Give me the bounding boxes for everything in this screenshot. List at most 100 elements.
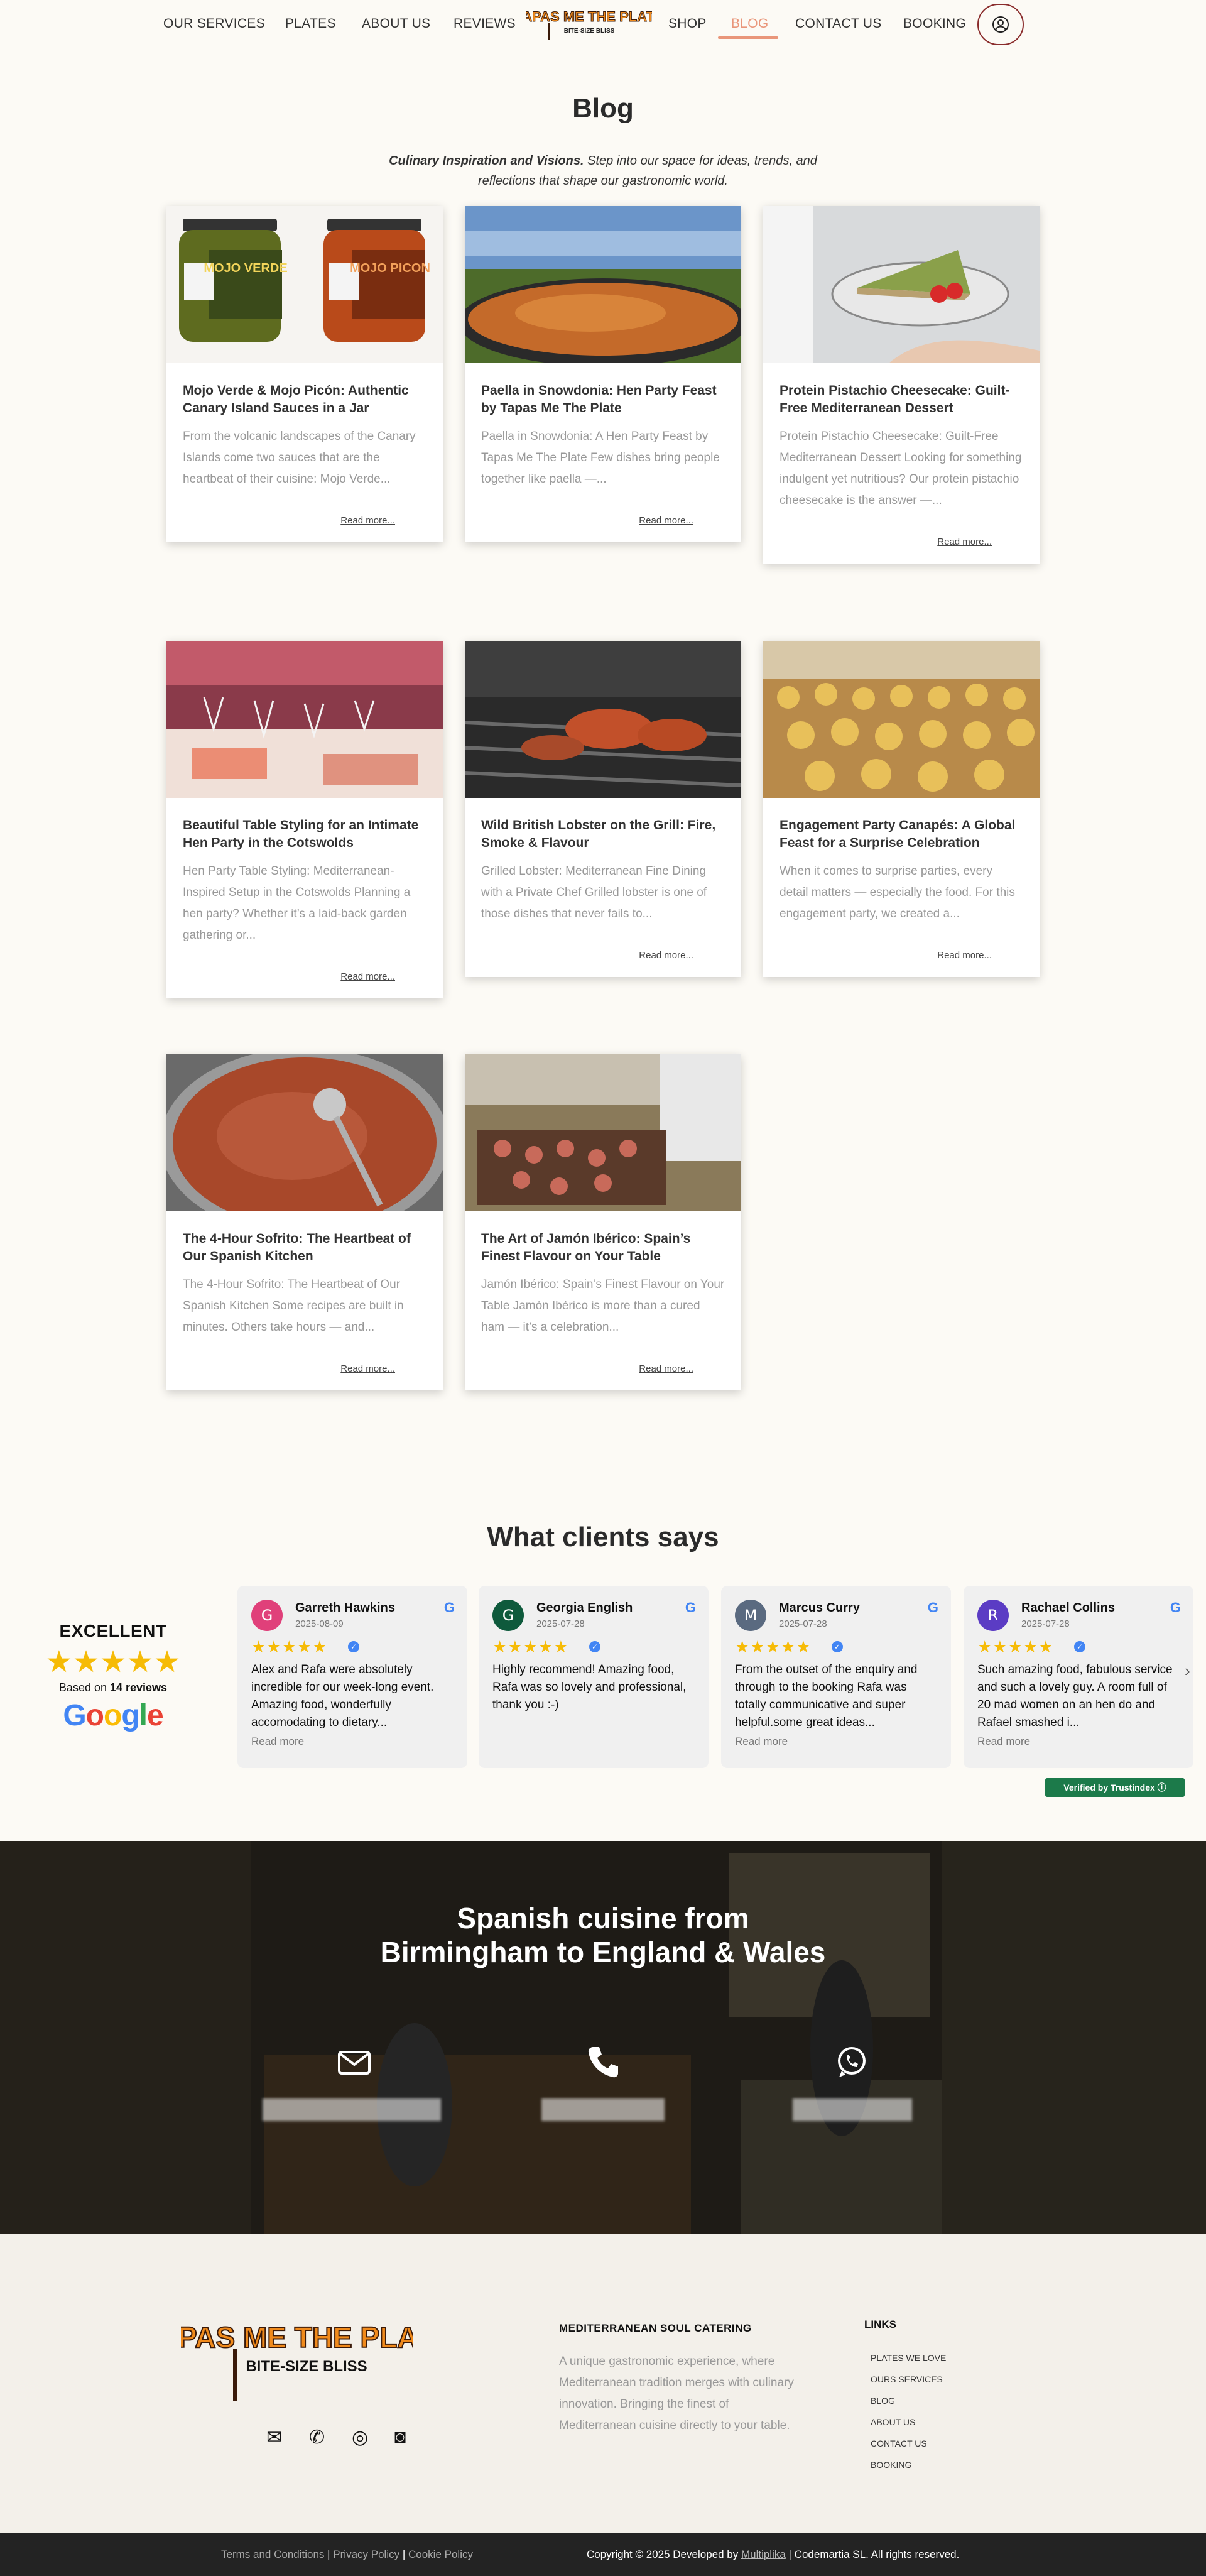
banner-title: Spanish cuisine from Birmingham to Englan…: [0, 1901, 1206, 1969]
blog-card-title[interactable]: Protein Pistachio Cheesecake: Guilt-Free…: [780, 382, 1023, 417]
phone-icon[interactable]: [584, 2043, 622, 2081]
nav-item-shop[interactable]: SHOP: [668, 16, 707, 31]
rating-word: EXCELLENT: [59, 1621, 167, 1640]
whatsapp-contact-blurred[interactable]: [793, 2098, 912, 2121]
phone-contact-blurred[interactable]: [541, 2098, 665, 2121]
read-more-link[interactable]: Read more...: [166, 515, 395, 526]
review-read-more[interactable]: Read more: [251, 1735, 304, 1748]
footer-social-instagram[interactable]: ◙: [394, 2426, 406, 2448]
site-logo[interactable]: TAPAS ME THE PLATE BITE-SIZE BLISS: [514, 4, 664, 41]
blog-card[interactable]: Engagement Party Canapés: A Global Feast…: [763, 641, 1040, 977]
banner-title-line2: Birmingham to England & Wales: [380, 1936, 826, 1968]
read-more-link[interactable]: Read more...: [763, 950, 992, 961]
review-text: Such amazing food, fabulous service and …: [977, 1663, 1173, 1729]
footer-link-contact-us[interactable]: CONTACT US: [871, 2433, 946, 2454]
blog-card-excerpt: Paella in Snowdonia: A Hen Party Feast b…: [481, 430, 720, 486]
cookie-link[interactable]: Cookie Policy: [408, 2548, 473, 2560]
blog-card-image[interactable]: [166, 1054, 443, 1211]
blog-card-title[interactable]: Mojo Verde & Mojo Picón: Authentic Canar…: [183, 382, 426, 417]
blog-card-image[interactable]: [465, 1054, 741, 1211]
review-card[interactable]: M Marcus Curry 2025-07-28 G ★★★★★ ✓ From…: [721, 1586, 951, 1768]
review-read-more[interactable]: Read more: [977, 1735, 1030, 1748]
review-card[interactable]: G Georgia English 2025-07-28 G ★★★★★ ✓ H…: [479, 1586, 709, 1768]
email-icon[interactable]: [335, 2043, 373, 2081]
nav-item-reviews[interactable]: REVIEWS: [454, 16, 516, 31]
blog-card-title[interactable]: The 4-Hour Sofrito: The Heartbeat of Our…: [183, 1230, 426, 1265]
verified-icon: ✓: [832, 1641, 843, 1652]
read-more-link[interactable]: Read more...: [465, 1363, 693, 1374]
blog-card[interactable]: Beautiful Table Styling for an Intimate …: [166, 641, 443, 998]
blog-card-image[interactable]: [763, 206, 1040, 363]
chevron-right-icon[interactable]: ›: [1185, 1661, 1190, 1681]
privacy-link[interactable]: Privacy Policy: [333, 2548, 399, 2560]
footer-social-phone[interactable]: ✆: [309, 2426, 325, 2448]
read-more-link[interactable]: Read more...: [465, 950, 693, 961]
google-icon: G: [1170, 1600, 1181, 1615]
blog-card-title[interactable]: Paella in Snowdonia: Hen Party Feast by …: [481, 382, 725, 417]
read-more-link[interactable]: Read more...: [763, 537, 992, 547]
nav-item-plates[interactable]: PLATES: [285, 16, 336, 31]
blog-card-image[interactable]: [166, 641, 443, 798]
nav-item-contact-us[interactable]: CONTACT US: [795, 16, 882, 31]
account-button[interactable]: [977, 4, 1024, 45]
blog-card[interactable]: The Art of Jamón Ibérico: Spain’s Finest…: [465, 1054, 741, 1390]
bottom-bar: Terms and Conditions | Privacy Policy | …: [0, 2533, 1206, 2576]
read-more-link[interactable]: Read more...: [166, 971, 395, 982]
blog-card-excerpt: Protein Pistachio Cheesecake: Guilt-Free…: [780, 430, 1022, 507]
avatar: G: [251, 1600, 283, 1631]
logo-tagline: BITE-SIZE BLISS: [564, 28, 615, 35]
blog-card-excerpt: The 4-Hour Sofrito: The Heartbeat of Our…: [183, 1278, 404, 1334]
footer-link-plates-we-love[interactable]: PLATES WE LOVE: [871, 2347, 946, 2369]
developer-link[interactable]: Multiplika: [741, 2548, 786, 2560]
whatsapp-icon[interactable]: [833, 2043, 871, 2081]
blog-card[interactable]: The 4-Hour Sofrito: The Heartbeat of Our…: [166, 1054, 443, 1390]
rating-summary: EXCELLENT ★★★★★ Based on 14 reviews Goog…: [44, 1621, 182, 1733]
blog-card[interactable]: Wild British Lobster on the Grill: Fire,…: [465, 641, 741, 977]
blog-card-image[interactable]: [465, 641, 741, 798]
footer-link-about-us[interactable]: ABOUT US: [871, 2411, 946, 2433]
rating-count: 14 reviews: [109, 1681, 168, 1694]
nav-active-indicator: [718, 36, 778, 39]
reviewer-name: Marcus Curry: [779, 1601, 860, 1615]
footer-link-ours-services[interactable]: OURS SERVICES: [871, 2369, 946, 2390]
trustindex-badge[interactable]: Verified by Trustindex ⓘ: [1045, 1778, 1185, 1797]
phone-icon[interactable]: ✆: [309, 2426, 325, 2448]
blog-card-image[interactable]: MOJO VERDE MOJO PICON: [166, 206, 443, 363]
logo-text: TAPAS ME THE PLATE: [526, 9, 652, 25]
nav-item-our-services[interactable]: OUR SERVICES: [163, 16, 265, 31]
review-read-more[interactable]: Read more: [735, 1735, 788, 1748]
blog-card-title[interactable]: Beautiful Table Styling for an Intimate …: [183, 817, 426, 852]
instagram-icon[interactable]: ◙: [394, 2426, 406, 2448]
read-more-link[interactable]: Read more...: [166, 1363, 395, 1374]
nav-item-about-us[interactable]: ABOUT US: [362, 16, 430, 31]
blog-card-title[interactable]: Wild British Lobster on the Grill: Fire,…: [481, 817, 725, 852]
email-contact-blurred[interactable]: [263, 2098, 441, 2121]
blog-card-title[interactable]: The Art of Jamón Ibérico: Spain’s Finest…: [481, 1230, 725, 1265]
blog-card-image[interactable]: [465, 206, 741, 363]
banner-title-line1: Spanish cuisine from: [457, 1902, 749, 1935]
blog-card[interactable]: MOJO VERDE MOJO PICON Mojo Verde & Mojo …: [166, 206, 443, 542]
review-text: Alex and Rafa were absolutely incredible…: [251, 1663, 434, 1729]
blog-card-title[interactable]: Engagement Party Canapés: A Global Feast…: [780, 817, 1023, 852]
review-card[interactable]: R Rachael Collins 2025-07-28 G ★★★★★ ✓ S…: [964, 1586, 1193, 1768]
blog-card[interactable]: Paella in Snowdonia: Hen Party Feast by …: [465, 206, 741, 542]
read-more-link[interactable]: Read more...: [465, 515, 693, 526]
blog-card-excerpt: Jamón Ibérico: Spain’s Finest Flavour on…: [481, 1278, 725, 1334]
footer-social-email[interactable]: ✉: [266, 2426, 282, 2448]
blog-card[interactable]: Protein Pistachio Cheesecake: Guilt-Free…: [763, 206, 1040, 564]
whatsapp-icon[interactable]: ◎: [352, 2426, 368, 2448]
review-text: Highly recommend! Amazing food, Rafa was…: [492, 1663, 687, 1711]
footer-logo[interactable]: TAPAS ME THE PLATE BITE-SIZE BLISS: [141, 2310, 454, 2404]
footer-social-whatsapp[interactable]: ◎: [352, 2426, 368, 2448]
review-card[interactable]: G Garreth Hawkins 2025-08-09 G ★★★★★ ✓ A…: [237, 1586, 467, 1768]
banner-background: [0, 1841, 1206, 2234]
nav-item-blog[interactable]: BLOG: [731, 16, 769, 31]
nav-item-booking[interactable]: BOOKING: [903, 16, 966, 31]
footer-link-booking[interactable]: BOOKING: [871, 2454, 946, 2475]
google-icon: G: [685, 1600, 696, 1615]
email-icon[interactable]: ✉: [266, 2426, 282, 2448]
blog-card-image[interactable]: [763, 641, 1040, 798]
page-title: Blog: [572, 93, 634, 124]
terms-link[interactable]: Terms and Conditions: [221, 2548, 324, 2560]
footer-link-blog[interactable]: BLOG: [871, 2390, 946, 2411]
